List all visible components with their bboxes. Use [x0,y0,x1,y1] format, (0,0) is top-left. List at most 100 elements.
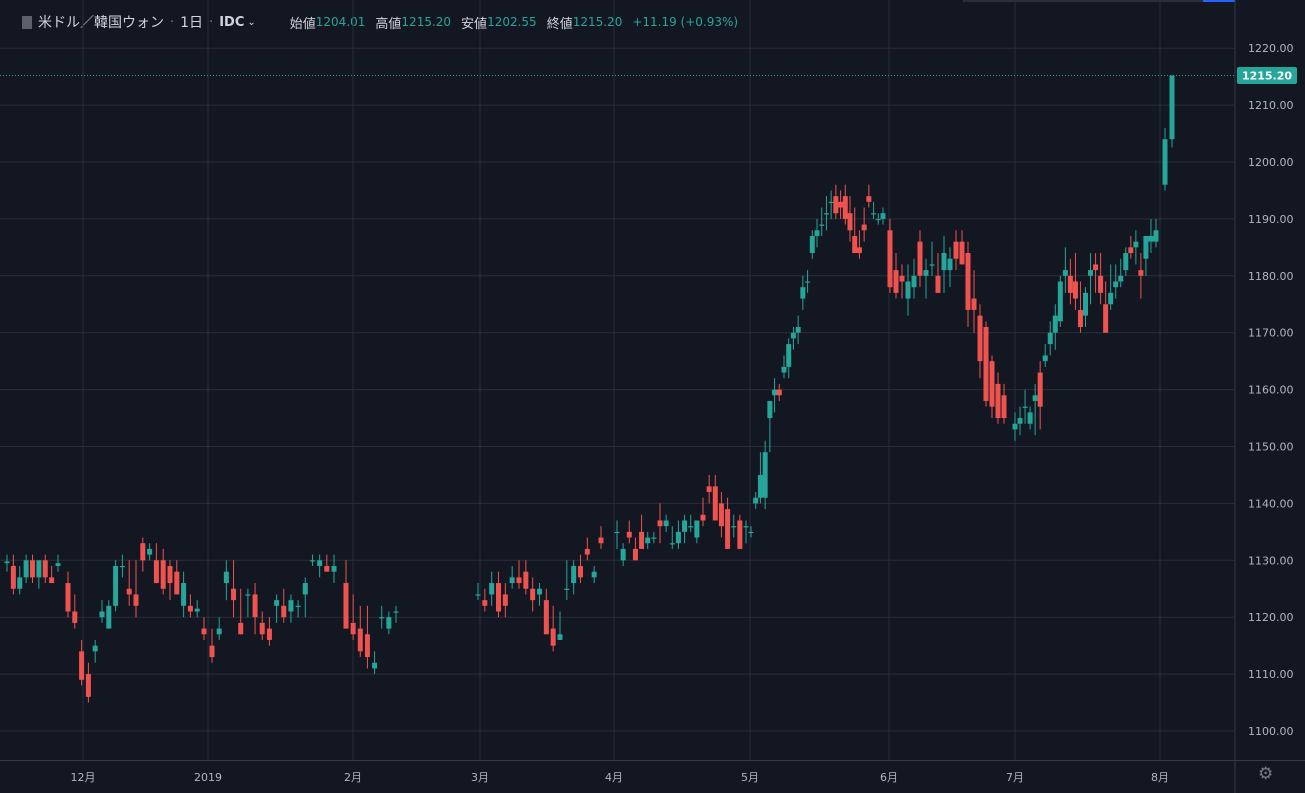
candle-body [126,588,132,595]
price-tick-label: 1220.00 [1248,42,1294,55]
candle [557,611,563,640]
candle-body [1012,423,1018,430]
candle-body [79,651,85,680]
candle [757,452,763,504]
candle-body [216,628,222,635]
candle-body [379,617,385,619]
candle [1138,253,1144,299]
price-tick-label: 1120.00 [1248,611,1294,624]
candle [42,554,48,584]
candle [947,247,953,288]
candle [694,520,700,544]
candle [167,560,173,601]
candle [393,605,399,623]
candle [1153,218,1159,248]
candle-body [1017,418,1023,424]
candle [1103,281,1109,333]
candle [379,605,385,629]
candle-body [564,588,570,590]
candle [614,520,620,549]
time-tick-label: 2019 [194,771,222,784]
candle-body [223,571,229,584]
candle [682,514,688,544]
candle-body [113,565,119,606]
candle-body [718,503,724,527]
candle-body [571,565,577,584]
candle-body [302,583,308,595]
candle [819,207,825,236]
candle-body [119,565,125,568]
candle-body [502,594,508,606]
candle [971,270,977,333]
candle-body [694,520,700,538]
candle [929,241,935,276]
candle [1017,406,1023,436]
candle-body [1103,304,1109,333]
candle [1123,247,1129,276]
candle-body [639,531,645,549]
last-price-label: 1215.20 [1242,70,1292,83]
gear-icon[interactable]: ⚙ [1258,764,1273,784]
candle [266,617,272,646]
price-tick-label: 1140.00 [1248,497,1294,510]
candle [331,554,337,584]
candle-body [1162,139,1168,185]
candle [324,554,330,572]
candle-body [317,560,323,566]
price-tick-label: 1160.00 [1248,384,1294,397]
candle-body [657,520,663,527]
candle-body [245,594,251,596]
candle-body [4,561,10,564]
candle-body [828,201,834,204]
candle [482,588,488,612]
candle-body [386,617,392,629]
candle-body [935,275,941,293]
candle-body [1067,275,1073,293]
candle-body [1123,253,1129,271]
candles [4,75,1175,703]
candle [995,372,1001,424]
candle-body [767,400,773,419]
candle-body [584,548,590,555]
candle-body [36,560,42,578]
candle [762,440,768,510]
candle [1128,235,1134,259]
candle [584,537,590,561]
grid [0,0,1235,760]
candle [216,617,222,640]
candle-body [1153,230,1159,242]
candle [489,571,495,606]
candle-body [614,531,620,534]
candlestick-chart[interactable]: 1100.00 1110.00 1120.00 1130.00 1140.00 1150.… [0,0,1305,793]
candle [252,583,258,635]
candle [899,264,905,299]
candle [364,605,370,669]
candle [861,207,867,242]
candle [223,560,229,601]
price-tick-label: 1210.00 [1248,99,1294,112]
candle-body [372,662,378,669]
candle [838,190,844,219]
price-axis[interactable] [1235,0,1305,760]
candle [1148,218,1154,254]
candle [281,588,287,623]
candle-body [55,563,61,566]
candle [688,514,694,532]
candle-body [209,645,215,658]
candle [147,543,153,561]
candle [712,474,718,521]
candle-body [823,213,829,215]
candle-body [1118,275,1124,282]
candle [1098,253,1104,305]
candle [372,651,378,675]
candle [550,605,556,652]
candle [201,617,207,640]
candle [675,520,681,549]
candle-body [17,577,23,589]
candle-body [1057,281,1063,322]
candle [753,492,759,510]
candle-body [809,235,815,254]
candle-body [893,270,899,293]
candle-body [1032,395,1038,401]
candle [718,492,724,538]
